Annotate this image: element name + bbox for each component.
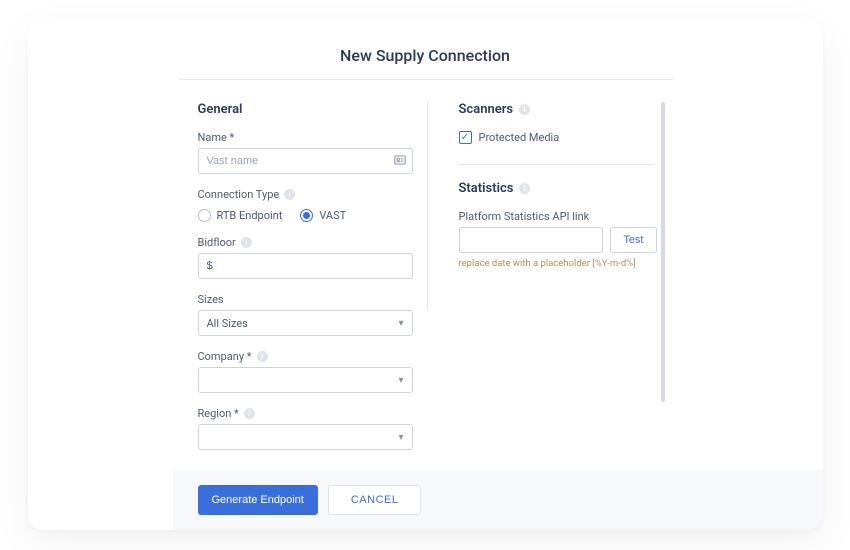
stats-api-row: Test (459, 227, 657, 253)
name-input-wrap (198, 148, 413, 174)
cancel-button[interactable]: CANCEL (328, 485, 422, 515)
dialog-title: New Supply Connection (28, 46, 823, 79)
region-label-text: Region * (198, 407, 239, 420)
dialog-body: General Name * (28, 80, 823, 462)
info-icon: i (519, 104, 530, 115)
company-label: Company * i (198, 350, 413, 363)
region-label: Region * i (198, 407, 413, 420)
name-input[interactable] (198, 148, 413, 174)
info-icon: i (244, 408, 255, 419)
connection-type-label: Connection Type i (198, 188, 413, 201)
chevron-down-icon: ▾ (398, 318, 403, 329)
radio-rtb-endpoint[interactable]: RTB Endpoint (198, 209, 283, 222)
bidfloor-label: Bidfloor i (198, 236, 413, 249)
sizes-field: Sizes All Sizes ▾ (198, 293, 413, 336)
stats-api-label: Platform Statistics API link (459, 210, 657, 223)
bidfloor-field: Bidfloor i (198, 236, 413, 279)
scanners-heading-text: Scanners (459, 102, 514, 117)
scanners-heading: Scanners i (459, 102, 657, 117)
sizes-select[interactable]: All Sizes ▾ (198, 310, 413, 336)
company-field: Company * i ▾ (198, 350, 413, 393)
test-button[interactable]: Test (610, 227, 656, 253)
radio-rtb-label: RTB Endpoint (217, 209, 283, 222)
sizes-label: Sizes (198, 293, 413, 306)
company-label-text: Company * (198, 350, 252, 363)
chevron-down-icon: ▾ (398, 432, 403, 443)
name-field: Name * (198, 131, 413, 174)
sizes-value: All Sizes (207, 317, 248, 330)
right-column: Scanners i ✓ Protected Media Statistics … (442, 102, 657, 462)
bidfloor-label-text: Bidfloor (198, 236, 236, 249)
company-select[interactable]: ▾ (198, 367, 413, 393)
stats-api-input[interactable] (459, 227, 604, 253)
form-columns: General Name * (198, 80, 696, 462)
dialog-footer: Generate Endpoint CANCEL (173, 470, 823, 530)
protected-media-checkbox[interactable]: ✓ Protected Media (459, 131, 657, 144)
statistics-heading: Statistics i (459, 181, 657, 196)
info-icon: i (257, 351, 268, 362)
statistics-heading-text: Statistics (459, 181, 514, 196)
vertical-divider (427, 102, 428, 310)
stats-api-field: Platform Statistics API link Test replac… (459, 210, 657, 269)
chevron-down-icon: ▾ (398, 375, 403, 386)
scrollbar[interactable] (661, 102, 665, 402)
radio-icon (198, 209, 211, 222)
protected-media-label: Protected Media (479, 131, 560, 144)
bidfloor-input[interactable] (198, 253, 413, 279)
general-heading: General (198, 102, 413, 117)
radio-vast-label: VAST (319, 209, 346, 222)
supply-connection-dialog: New Supply Connection General Name * (28, 20, 823, 530)
id-card-icon (393, 152, 407, 171)
info-icon: i (241, 237, 252, 248)
stats-hint: replace date with a placeholder [%Y-m-d%… (459, 258, 657, 269)
generate-endpoint-button[interactable]: Generate Endpoint (198, 485, 318, 515)
general-section: General Name * (198, 102, 413, 462)
info-icon: i (519, 183, 530, 194)
radio-vast[interactable]: VAST (300, 209, 346, 222)
connection-type-group: RTB Endpoint VAST (198, 209, 413, 222)
region-field: Region * i ▾ (198, 407, 413, 450)
info-icon: i (284, 189, 295, 200)
radio-icon (300, 209, 313, 222)
connection-type-label-text: Connection Type (198, 188, 280, 201)
name-label: Name * (198, 131, 413, 144)
checkbox-icon: ✓ (459, 131, 472, 144)
region-select[interactable]: ▾ (198, 424, 413, 450)
divider (459, 164, 654, 165)
